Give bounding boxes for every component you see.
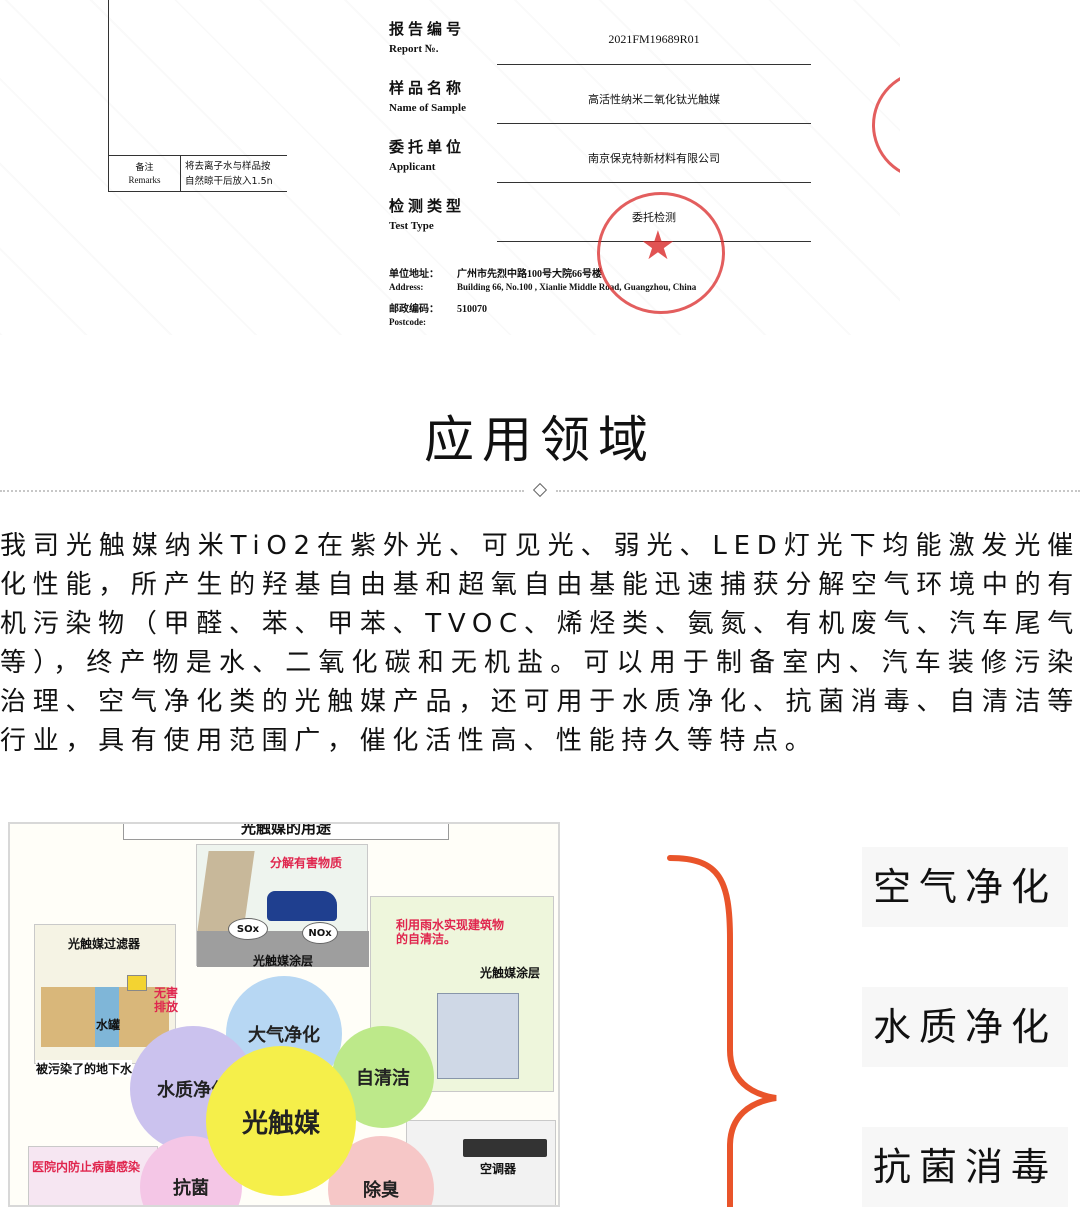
- gas-sox: SOx: [228, 918, 268, 940]
- field-value: 高活性纳米二氧化钛光触媒: [588, 93, 720, 106]
- curly-brace-icon: [667, 855, 777, 1207]
- divider-right: [556, 490, 1080, 492]
- field-underline: [497, 123, 811, 124]
- field-label-zh: 报告编号: [389, 20, 466, 38]
- postcode: 邮政编码： 510070: [389, 300, 487, 315]
- intro-paragraph: 我司光触媒纳米TiO2在紫外光、可见光、弱光、LED灯光下均能激发光催化性能，所…: [0, 531, 1080, 756]
- office-building-icon: [437, 993, 519, 1079]
- field-label-zh: 委托单位: [389, 138, 466, 156]
- field-report-no: 报告编号 Report №. 2021FM19689R01: [389, 18, 811, 68]
- field-label-en: Name of Sample: [389, 102, 466, 114]
- gas-nox: NOx: [302, 922, 338, 944]
- address-label-zh: 单位地址：: [389, 269, 439, 280]
- remarks-label-en: Remarks: [128, 174, 161, 185]
- remarks-line-2: 自然晾干后放入1.5n: [185, 176, 273, 187]
- tag-air-purification: 空气净化: [862, 847, 1068, 927]
- panel-hospital: [28, 1146, 158, 1205]
- label-decompose: 分解有害物质: [270, 856, 343, 870]
- postcode-label-zh: 邮政编码：: [389, 304, 439, 315]
- postcode-value: 510070: [457, 304, 487, 315]
- remarks-line-1: 将去离子水与样品按: [185, 161, 271, 172]
- seal-star-icon: ★: [640, 223, 676, 269]
- photocatalyst-uses-diagram: 光触媒的用途 分解有害物质 SOx NOx 光触媒涂层 光触媒过滤器 无害 排放…: [8, 822, 560, 1207]
- bubble-photocatalyst: 光触媒: [206, 1046, 356, 1196]
- label-filter: 光触媒过滤器: [68, 937, 141, 951]
- car-icon: [267, 891, 337, 921]
- field-label-en: Report №.: [389, 43, 439, 55]
- field-applicant: 委托单位 Applicant 南京保克特新材料有限公司: [389, 136, 811, 186]
- postcode-en: Postcode:: [389, 317, 457, 327]
- field-label-en: Test Type: [389, 220, 434, 232]
- remarks-text: 将去离子水与样品按 自然晾干后放入1.5n: [181, 156, 287, 191]
- divider-left: [0, 490, 524, 492]
- label-aircon: 空调器: [480, 1162, 517, 1176]
- field-underline: [497, 182, 811, 183]
- remarks-row: 备注 Remarks 将去离子水与样品按 自然晾干后放入1.5n: [109, 155, 287, 192]
- tag-water-purification: 水质净化: [862, 987, 1068, 1067]
- remarks-label-zh: 备注: [135, 162, 154, 173]
- label-coating-top: 光触媒涂层: [253, 954, 314, 968]
- field-sample-name: 样品名称 Name of Sample 高活性纳米二氧化钛光触媒: [389, 77, 811, 127]
- address-value-zh: 广州市先烈中路100号大院66号楼: [457, 269, 602, 280]
- label-tank: 水罐: [96, 1018, 121, 1032]
- label-coating-right: 光触媒涂层: [480, 966, 541, 980]
- section-title: 应用领域: [424, 411, 656, 469]
- field-value: 南京保克特新材料有限公司: [588, 152, 720, 165]
- filter-box-icon: [127, 975, 147, 991]
- diamond-icon: [532, 482, 548, 498]
- tag-antibacterial: 抗菌消毒: [862, 1127, 1068, 1207]
- postcode-label-en: Postcode:: [389, 317, 426, 327]
- report-right-cutoff: [900, 0, 1080, 335]
- field-label-zh: 检测类型: [389, 197, 466, 215]
- field-label-zh: 样品名称: [389, 79, 466, 97]
- label-hospital: 医院内防止病菌感染: [32, 1160, 141, 1174]
- label-rain-2: 的自清洁。: [396, 932, 457, 946]
- address-label-en: Address:: [389, 282, 424, 292]
- remarks-label: 备注 Remarks: [109, 156, 181, 191]
- test-report-image: 备注 Remarks 将去离子水与样品按 自然晾干后放入1.5n 报告编号 Re…: [0, 0, 1080, 335]
- label-discharge: 排放: [154, 1000, 179, 1014]
- label-groundwater: 被污染了的地下水: [36, 1060, 133, 1077]
- aircon-icon: [463, 1139, 547, 1157]
- field-underline: [497, 64, 811, 65]
- field-value: 2021FM19689R01: [608, 32, 700, 46]
- field-label-en: Applicant: [389, 161, 436, 173]
- diagram-title: 光触媒的用途: [123, 824, 449, 840]
- address-zh: 单位地址： 广州市先烈中路100号大院66号楼: [389, 265, 602, 280]
- report-left-table: 备注 Remarks 将去离子水与样品按 自然晾干后放入1.5n: [108, 0, 287, 192]
